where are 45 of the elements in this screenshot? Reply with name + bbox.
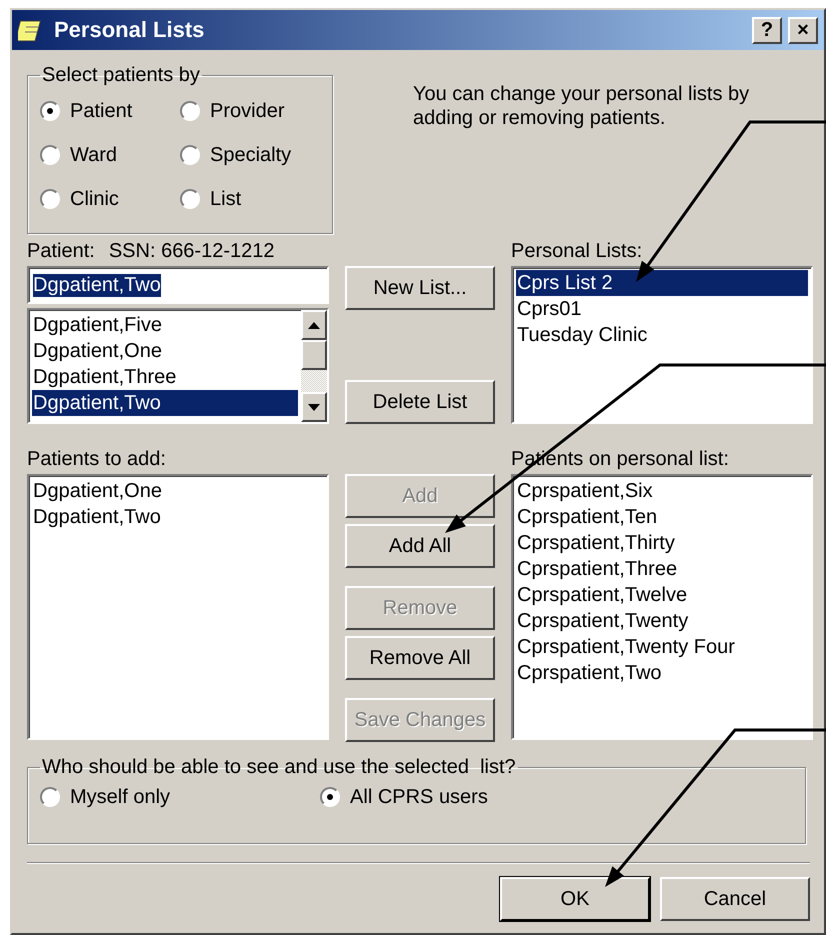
list-button[interactable]: Delete List — [345, 380, 495, 424]
info-text: You can change your personal lists by adding or removing patients. — [413, 82, 750, 130]
scrollbar[interactable] — [301, 310, 327, 422]
dialog-button[interactable]: OK — [500, 877, 650, 921]
list-button[interactable]: New List... — [345, 266, 495, 310]
list-item[interactable]: Cprspatient,Six — [516, 478, 808, 504]
list-item[interactable]: Dgpatient,One — [32, 478, 324, 504]
list-item[interactable]: Dgpatient,Three — [32, 364, 298, 390]
group-label: Select patients by — [41, 64, 201, 87]
ssn-text: SSN: 666-12-1212 — [108, 240, 274, 264]
list-item[interactable]: Cprspatient,Ten — [516, 504, 808, 530]
radio-button[interactable]: Myself only — [40, 783, 170, 811]
list-label: Patients to add: — [27, 448, 167, 472]
patient-field[interactable]: Dgpatient,Two — [27, 266, 329, 304]
action-button[interactable]: Remove All — [345, 636, 495, 680]
list-item[interactable]: Cprspatient,Twelve — [516, 582, 808, 608]
group-label: Who should be able to see and use the selected list? — [41, 756, 517, 779]
list-item[interactable]: Cprspatient,Thirty — [516, 530, 808, 556]
list-item[interactable]: Cprs List 2 — [516, 270, 808, 296]
list-item[interactable]: Dgpatient,Two — [32, 504, 324, 530]
dialog-button[interactable]: Cancel — [660, 877, 810, 921]
list-item[interactable]: Cprspatient,Twenty Four — [516, 634, 808, 660]
list-item[interactable]: Cprspatient,Two — [516, 660, 808, 686]
list-item[interactable]: Dgpatient,One — [32, 338, 298, 364]
radio-button[interactable]: Ward — [40, 141, 180, 169]
radio-button[interactable]: All CPRS users — [320, 783, 488, 811]
up-arrow-icon[interactable] — [308, 322, 320, 328]
radio-button[interactable]: Specialty — [180, 141, 320, 169]
window-title: Personal Lists — [54, 17, 206, 43]
list-label: Personal Lists: — [511, 240, 644, 264]
radio-button[interactable]: Provider — [180, 97, 320, 125]
radio-button[interactable]: List — [180, 185, 320, 213]
list-item[interactable]: Tuesday Clinic — [516, 322, 808, 348]
list-item[interactable]: Cprs01 — [516, 296, 808, 322]
radio-button[interactable]: Clinic — [40, 185, 180, 213]
help-button[interactable]: ? — [752, 16, 782, 44]
radio-button[interactable]: Patient — [40, 97, 180, 125]
list-item[interactable]: Cprspatient,Twenty — [516, 608, 808, 634]
action-button[interactable]: Add All — [345, 524, 495, 568]
close-button[interactable]: × — [788, 16, 818, 44]
list-item[interactable]: Dgpatient,Two — [32, 390, 298, 416]
field-label: Patient: — [27, 240, 95, 264]
list-item[interactable]: Dgpatient,Five — [32, 312, 298, 338]
list-item[interactable]: Cprspatient,Three — [516, 556, 808, 582]
down-arrow-icon[interactable] — [308, 404, 320, 410]
